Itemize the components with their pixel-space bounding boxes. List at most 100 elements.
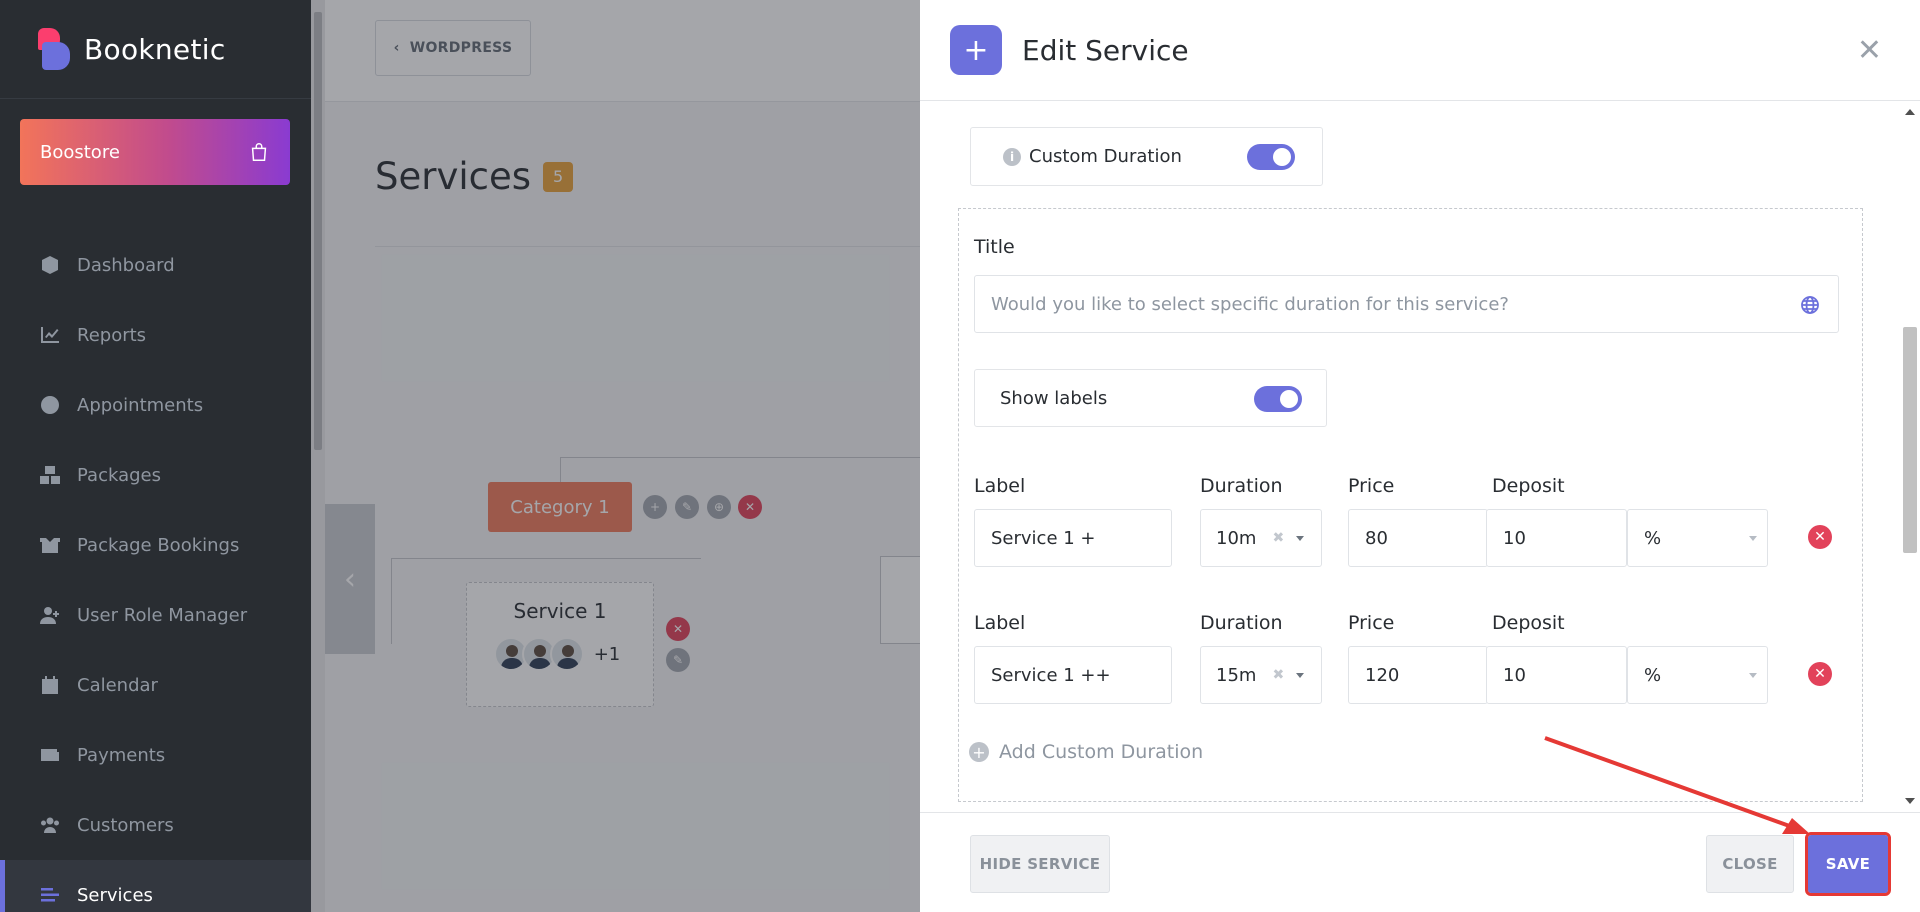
show-labels-setting: Show labels xyxy=(974,369,1327,427)
brand-logo[interactable]: Booknetic xyxy=(0,0,311,99)
boostore-button[interactable]: Boostore xyxy=(20,119,290,185)
chevron-down-icon xyxy=(1296,535,1305,541)
duration-column-header: Duration xyxy=(1200,612,1283,634)
sidebar-nav: Dashboard Reports Appointments Packages … xyxy=(0,230,311,912)
deposit-input[interactable]: 10 xyxy=(1486,646,1627,704)
scrollbar-thumb[interactable] xyxy=(1903,327,1917,553)
sidebar-item-label: Appointments xyxy=(77,394,204,416)
deposit-type-select[interactable]: % xyxy=(1627,646,1768,704)
duration-select[interactable]: 15m ✖ xyxy=(1200,646,1322,704)
sidebar-item-package-bookings[interactable]: Package Bookings xyxy=(0,510,311,580)
modal-backdrop[interactable] xyxy=(311,0,920,912)
panel-header: + Edit Service ✕ xyxy=(920,0,1920,101)
show-labels-label: Show labels xyxy=(1000,387,1108,409)
sidebar-item-label: Payments xyxy=(77,744,166,766)
chevron-down-icon xyxy=(1749,673,1757,678)
duration-select[interactable]: 10m ✖ xyxy=(1200,509,1322,567)
box-open-icon xyxy=(40,535,60,555)
hide-service-button[interactable]: HIDE SERVICE xyxy=(970,835,1110,893)
cube-icon xyxy=(40,255,60,275)
custom-duration-box: Title Would you like to select specific … xyxy=(958,208,1863,802)
scroll-down-arrow[interactable] xyxy=(1905,798,1915,804)
boxes-icon xyxy=(40,465,60,485)
show-labels-toggle[interactable] xyxy=(1254,386,1302,412)
sidebar-item-services[interactable]: Services xyxy=(0,860,311,912)
sidebar-item-label: Customers xyxy=(77,814,174,836)
close-icon[interactable]: ✕ xyxy=(1857,36,1882,66)
clear-icon[interactable]: ✖ xyxy=(1272,530,1284,546)
sidebar-item-label: User Role Manager xyxy=(77,604,248,626)
clear-icon[interactable]: ✖ xyxy=(1272,667,1284,683)
scroll-up-arrow[interactable] xyxy=(1905,109,1915,115)
duration-column-header: Duration xyxy=(1200,475,1283,497)
chart-line-icon xyxy=(40,325,60,345)
deposit-column-header: Deposit xyxy=(1492,612,1565,634)
info-icon: i xyxy=(1003,147,1021,166)
sidebar: Booknetic Boostore Dashboard Reports App… xyxy=(0,0,311,912)
title-placeholder: Would you like to select specific durati… xyxy=(991,293,1509,315)
price-column-header: Price xyxy=(1348,612,1395,634)
sidebar-item-appointments[interactable]: Appointments xyxy=(0,370,311,440)
calendar-icon xyxy=(40,675,60,695)
deposit-value: 10 xyxy=(1503,664,1526,686)
label-value: Service 1 + xyxy=(991,527,1096,549)
sidebar-item-label: Package Bookings xyxy=(77,534,240,556)
label-input[interactable]: Service 1 + xyxy=(974,509,1172,567)
title-label: Title xyxy=(974,236,1015,258)
price-input[interactable]: 80 xyxy=(1348,509,1488,567)
deposit-value: 10 xyxy=(1503,527,1526,549)
sidebar-item-label: Packages xyxy=(77,464,161,486)
panel-title: Edit Service xyxy=(1022,33,1189,67)
chevron-down-icon xyxy=(1749,536,1757,541)
users-icon xyxy=(40,815,60,835)
label-column-header: Label xyxy=(974,475,1026,497)
plus-icon: + xyxy=(950,25,1002,75)
sidebar-item-user-role-manager[interactable]: User Role Manager xyxy=(0,580,311,650)
booknetic-logo-icon xyxy=(38,28,72,70)
price-value: 80 xyxy=(1365,527,1388,549)
sidebar-item-reports[interactable]: Reports xyxy=(0,300,311,370)
list-icon xyxy=(40,885,60,905)
label-input[interactable]: Service 1 ++ xyxy=(974,646,1172,704)
price-input[interactable]: 120 xyxy=(1348,646,1488,704)
add-custom-duration-button[interactable]: + Add Custom Duration xyxy=(969,741,1203,763)
deposit-type-value: % xyxy=(1644,664,1662,686)
brand-name: Booknetic xyxy=(84,32,226,66)
price-value: 120 xyxy=(1365,664,1400,686)
shopping-bag-icon xyxy=(251,143,267,161)
save-button[interactable]: SAVE xyxy=(1805,832,1891,896)
duration-value: 10m xyxy=(1216,527,1257,549)
chevron-down-icon xyxy=(1296,672,1305,678)
sidebar-item-label: Services xyxy=(77,884,153,906)
deposit-type-select[interactable]: % xyxy=(1627,509,1768,567)
sidebar-item-customers[interactable]: Customers xyxy=(0,790,311,860)
deposit-input[interactable]: 10 xyxy=(1486,509,1627,567)
remove-duration-icon[interactable]: ✕ xyxy=(1808,662,1832,686)
globe-icon[interactable] xyxy=(1800,295,1820,315)
wallet-icon xyxy=(40,745,60,765)
panel-footer: HIDE SERVICE CLOSE SAVE xyxy=(920,812,1920,912)
sidebar-item-payments[interactable]: Payments xyxy=(0,720,311,790)
title-input[interactable]: Would you like to select specific durati… xyxy=(974,275,1839,333)
duration-value: 15m xyxy=(1216,664,1257,686)
sidebar-item-dashboard[interactable]: Dashboard xyxy=(0,230,311,300)
sidebar-item-label: Calendar xyxy=(77,674,158,696)
close-button[interactable]: CLOSE xyxy=(1706,835,1794,893)
add-custom-duration-label: Add Custom Duration xyxy=(999,741,1204,763)
sidebar-item-label: Dashboard xyxy=(77,254,175,276)
label-value: Service 1 ++ xyxy=(991,664,1111,686)
boostore-label: Boostore xyxy=(40,141,120,163)
remove-duration-icon[interactable]: ✕ xyxy=(1808,525,1832,549)
label-column-header: Label xyxy=(974,612,1026,634)
plus-circle-icon: + xyxy=(969,742,989,762)
sidebar-item-packages[interactable]: Packages xyxy=(0,440,311,510)
panel-scrollbar[interactable] xyxy=(1900,101,1920,812)
user-plus-icon xyxy=(40,605,60,625)
edit-service-panel: + Edit Service ✕ i Custom Duration Title… xyxy=(920,0,1920,912)
sidebar-item-calendar[interactable]: Calendar xyxy=(0,650,311,720)
custom-duration-toggle[interactable] xyxy=(1247,144,1295,170)
custom-duration-label: Custom Duration xyxy=(1029,146,1182,167)
deposit-type-value: % xyxy=(1644,527,1662,549)
clock-icon xyxy=(40,395,60,415)
deposit-column-header: Deposit xyxy=(1492,475,1565,497)
